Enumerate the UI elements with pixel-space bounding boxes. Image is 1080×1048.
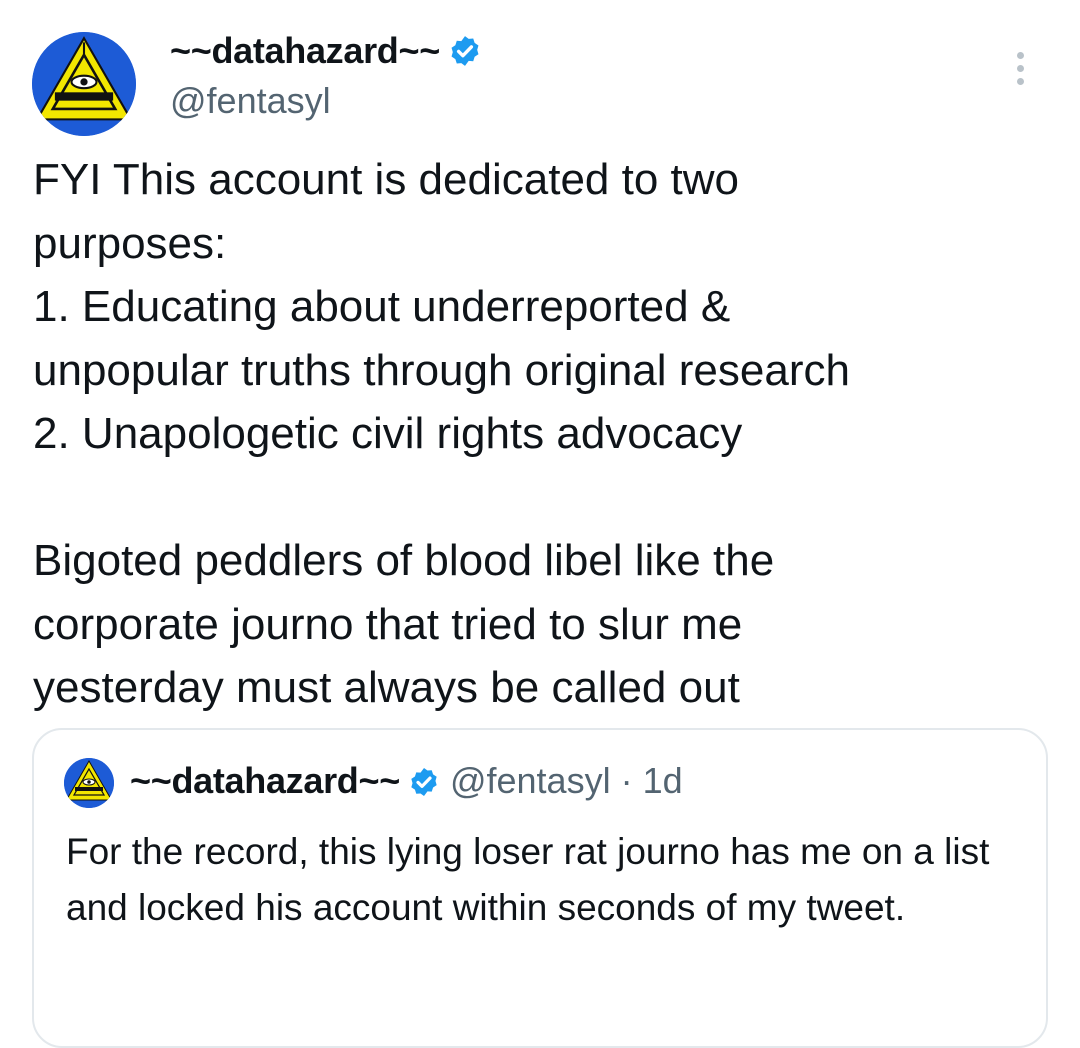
avatar[interactable] xyxy=(32,32,136,136)
quoted-avatar[interactable] xyxy=(64,758,114,808)
more-options-icon[interactable] xyxy=(1008,52,1032,92)
quoted-header: ~~datahazard~~ @fentasyl · 1d xyxy=(130,760,683,802)
meta-separator: · xyxy=(610,760,643,801)
verified-badge-icon xyxy=(448,34,482,68)
verified-badge-icon xyxy=(408,766,440,798)
display-name[interactable]: ~~datahazard~~ xyxy=(170,30,482,72)
quoted-tweet-text: For the record, this lying loser rat jou… xyxy=(66,831,990,928)
eye-triangle-icon xyxy=(64,758,114,808)
eye-triangle-icon xyxy=(32,32,136,136)
tweet-text: FYI This account is dedicated to two pur… xyxy=(33,155,850,712)
quoted-timestamp[interactable]: 1d xyxy=(643,760,683,801)
quoted-handle[interactable]: @fentasyl xyxy=(450,760,611,801)
handle[interactable]: @fentasyl xyxy=(170,80,331,122)
quoted-display-name[interactable]: ~~datahazard~~ xyxy=(130,760,400,801)
tweet: ~~datahazard~~ @fentasyl FYI This accoun… xyxy=(0,0,1080,1048)
display-name-text: ~~datahazard~~ xyxy=(170,30,440,71)
quoted-tweet[interactable]: ~~datahazard~~ @fentasyl · 1d For the rec… xyxy=(32,728,1048,1048)
